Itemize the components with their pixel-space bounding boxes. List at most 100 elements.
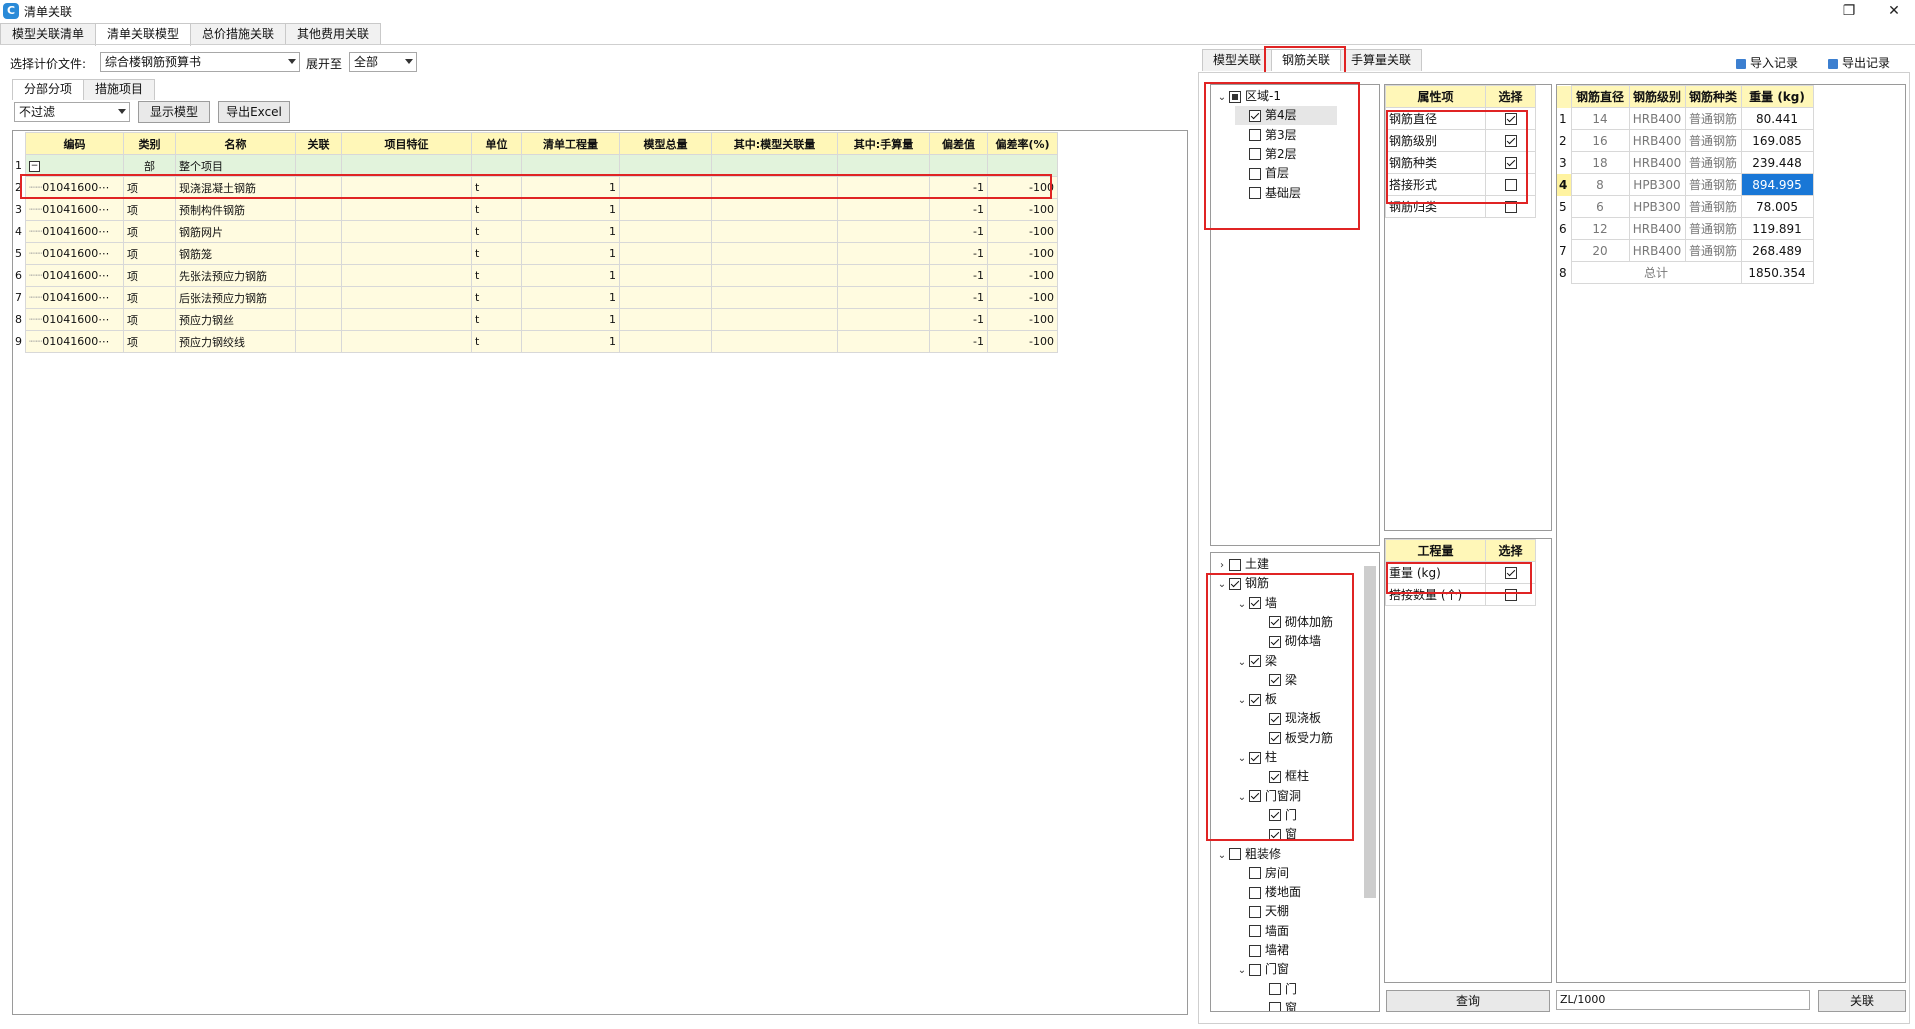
tree-node[interactable]: ⌄ 粗装修 (1215, 845, 1281, 864)
cell-bill-qty[interactable]: 1 (521, 242, 620, 265)
expand-caret-icon[interactable]: ⌄ (1235, 653, 1249, 672)
tree-checkbox[interactable] (1269, 674, 1281, 687)
cell-name[interactable]: 后张法预应力钢筋 (175, 286, 296, 309)
tab-bill-to-model[interactable]: 清单关联模型 (95, 23, 192, 46)
tree-checkbox[interactable] (1249, 597, 1261, 610)
cell-bill-qty[interactable] (521, 154, 620, 177)
table-row[interactable]: 8 ┈┈01041600⋯ 项预应力钢丝 t 1 -1 -100 (13, 308, 1058, 331)
col-header[interactable]: 名称 (175, 132, 296, 155)
attr-checkbox[interactable] (1504, 589, 1517, 601)
cell-deviation-rate[interactable]: -100 (987, 220, 1058, 243)
table-row[interactable]: 1 14 HRB400 普通钢筋 80.441 (1557, 107, 1814, 130)
cell-bill-qty[interactable]: 1 (521, 198, 620, 221)
cell-model-total[interactable] (619, 308, 712, 331)
tab-other-fees[interactable]: 其他费用关联 (285, 23, 382, 45)
cell-grade[interactable]: HRB400 (1628, 107, 1686, 130)
cell-manual-qty[interactable] (837, 330, 930, 353)
col-header[interactable]: 编码 (25, 132, 124, 155)
cell-bill-qty[interactable]: 1 (521, 220, 620, 243)
cell-unit[interactable]: t (471, 220, 522, 243)
tree-checkbox[interactable] (1249, 148, 1261, 161)
cell-unit[interactable]: t (471, 308, 522, 331)
tab-divisional-items[interactable]: 分部分项 (12, 79, 85, 100)
cell-model-total[interactable] (619, 176, 712, 199)
tree-checkbox[interactable] (1249, 867, 1261, 880)
table-row[interactable]: 1− 部整个项目 (13, 154, 1058, 177)
cell-deviation-rate[interactable] (987, 154, 1058, 177)
link-button[interactable]: 关联 (1818, 990, 1906, 1012)
cell-manual-qty[interactable] (837, 286, 930, 309)
cell-kind[interactable]: 普通钢筋 (1684, 107, 1742, 130)
cell-link[interactable] (295, 154, 342, 177)
tab-manual-link[interactable]: 手算量关联 (1340, 49, 1423, 71)
cell-bill-qty[interactable]: 1 (521, 264, 620, 287)
cell-link[interactable] (295, 330, 342, 353)
cell-deviation[interactable] (929, 154, 988, 177)
component-tree-scrollbar[interactable] (1364, 566, 1376, 898)
tree-checkbox[interactable] (1249, 925, 1261, 938)
cell-manual-qty[interactable] (837, 176, 930, 199)
cell-feature[interactable] (341, 154, 472, 177)
cell-deviation[interactable]: -1 (929, 264, 988, 287)
expand-caret-icon[interactable]: ⌄ (1235, 595, 1249, 614)
tree-node[interactable]: ⌄ 墙 (1235, 594, 1277, 613)
tree-checkbox[interactable] (1249, 963, 1261, 976)
table-row[interactable]: 3 ┈┈01041600⋯ 项预制构件钢筋 t 1 -1 -100 (13, 198, 1058, 221)
cell-model-total[interactable] (619, 220, 712, 243)
cell-model-link-qty[interactable] (711, 220, 838, 243)
tree-checkbox[interactable] (1269, 809, 1281, 822)
export-record-button[interactable]: 导出记录 (1828, 54, 1890, 71)
tree-checkbox[interactable] (1269, 828, 1281, 841)
cell-unit[interactable] (471, 154, 522, 177)
cell-type[interactable]: 部 (123, 154, 176, 177)
tree-node[interactable]: ⌄ 区域-1 (1215, 87, 1281, 106)
result-header[interactable]: 钢筋直径 (1570, 85, 1630, 108)
cell-kind[interactable]: 普通钢筋 (1684, 195, 1742, 218)
attr-checkbox[interactable] (1504, 201, 1517, 213)
formula-input[interactable]: ZL/1000 (1556, 990, 1810, 1010)
cell-weight[interactable]: 169.085 (1740, 129, 1814, 152)
cell-bill-qty[interactable]: 1 (521, 176, 620, 199)
cell-model-link-qty[interactable] (711, 176, 838, 199)
col-header[interactable]: 偏差值 (929, 132, 988, 155)
tree-node[interactable]: 板受力筋 (1255, 729, 1333, 748)
cell-grade[interactable]: HPB300 (1628, 195, 1686, 218)
cell-link[interactable] (295, 264, 342, 287)
tree-node[interactable]: ⌄ 门窗 (1235, 960, 1289, 979)
col-header[interactable]: 偏差率(%) (987, 132, 1058, 155)
tree-node[interactable]: 墙裙 (1235, 941, 1289, 960)
cell-feature[interactable] (341, 198, 472, 221)
cell-link[interactable] (295, 198, 342, 221)
cell-model-total[interactable] (619, 154, 712, 177)
cell-code[interactable]: ┈┈01041600⋯ (25, 198, 124, 221)
cell-code[interactable]: ┈┈01041600⋯ (25, 308, 124, 331)
cell-model-link-qty[interactable] (711, 242, 838, 265)
tree-checkbox[interactable] (1249, 886, 1261, 899)
tree-node[interactable]: 第4层 (1235, 106, 1337, 126)
export-excel-button[interactable]: 导出Excel (218, 101, 290, 123)
tree-checkbox[interactable] (1269, 712, 1281, 725)
tree-node[interactable]: 墙面 (1235, 922, 1289, 941)
tree-node[interactable]: 首层 (1235, 164, 1289, 183)
cell-deviation-rate[interactable]: -100 (987, 198, 1058, 221)
cell-unit[interactable]: t (471, 286, 522, 309)
cell-feature[interactable] (341, 330, 472, 353)
expand-select[interactable]: 全部 (349, 52, 417, 72)
cell-name[interactable]: 预应力钢绞线 (175, 330, 296, 353)
tree-checkbox[interactable] (1249, 751, 1261, 764)
result-header[interactable]: 重量 (kg) (1740, 85, 1814, 108)
expand-caret-icon[interactable]: ⌄ (1215, 88, 1229, 107)
cell-model-total[interactable] (619, 286, 712, 309)
cell-link[interactable] (295, 308, 342, 331)
expand-caret-icon[interactable]: ⌄ (1215, 575, 1229, 594)
cell-manual-qty[interactable] (837, 198, 930, 221)
cell-weight[interactable]: 268.489 (1740, 239, 1814, 262)
cell-name[interactable]: 钢筋笼 (175, 242, 296, 265)
cell-model-link-qty[interactable] (711, 308, 838, 331)
tree-checkbox[interactable] (1249, 944, 1261, 957)
cell-link[interactable] (295, 242, 342, 265)
cell-kind[interactable]: 普通钢筋 (1684, 173, 1742, 196)
expand-caret-icon[interactable]: ⌄ (1235, 961, 1249, 980)
restore-icon[interactable]: ❐ (1835, 0, 1863, 22)
expand-caret-icon[interactable]: ⌄ (1235, 691, 1249, 710)
